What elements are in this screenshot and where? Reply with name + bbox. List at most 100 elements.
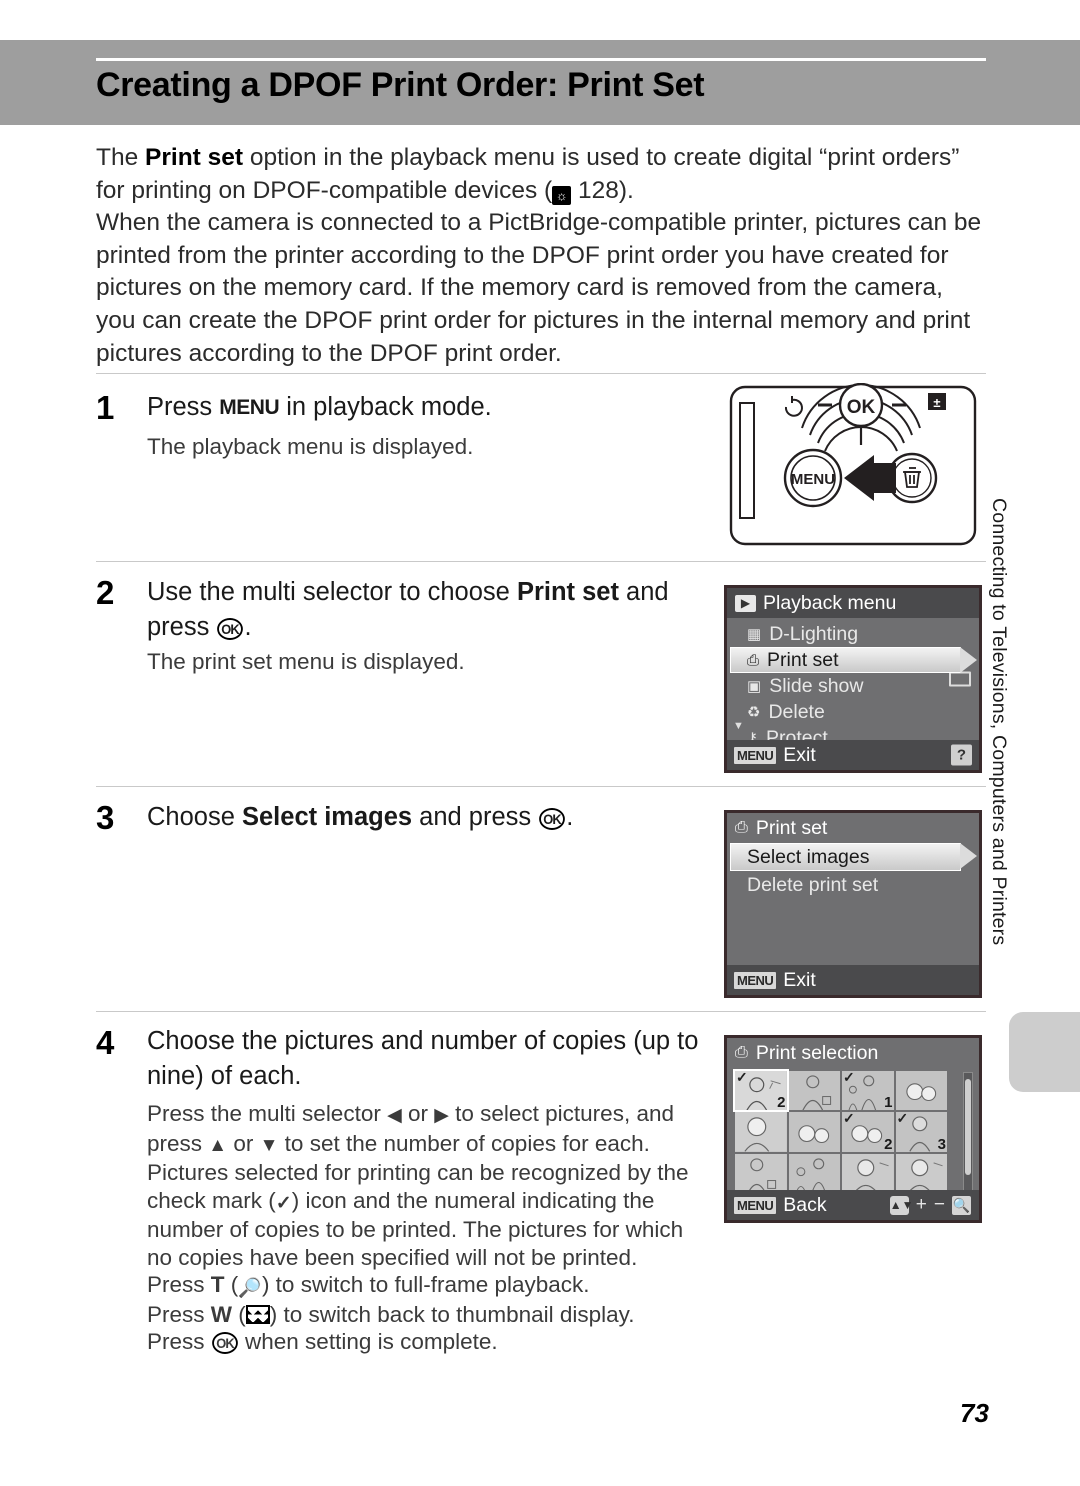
playback-icon: ▶	[735, 594, 756, 612]
thumbnail-cell[interactable]	[842, 1153, 894, 1193]
step-3-head-c: .	[566, 803, 574, 831]
camera-rear-svg: OK ± MENU	[729, 382, 977, 546]
intro-p1-a: The	[96, 144, 146, 171]
thumbnail-cell[interactable]	[895, 1153, 947, 1193]
lcd-print-set-footer: MENU Exit	[727, 965, 979, 995]
intro-p1-page: 128	[577, 176, 619, 204]
print-set-item-delete-print-set[interactable]: Delete print set	[727, 871, 979, 899]
copy-count: 1	[884, 1094, 893, 1111]
thumbnail-cell[interactable]	[788, 1071, 840, 1111]
slideshow-icon: ▣	[747, 678, 762, 695]
step-4-number: 4	[96, 1024, 115, 1061]
menu-item-slide-show[interactable]: ▣ Slide show	[727, 673, 979, 699]
svg-text:±: ±	[933, 395, 940, 410]
down-arrow-icon: ▼	[259, 1134, 279, 1156]
s4-l9a: Press	[147, 1329, 211, 1354]
s4-l1a: Press the multi selector	[147, 1101, 388, 1126]
step-1-head-b: in playback mode.	[279, 393, 492, 421]
lcd-print-set-exit-label: Exit	[783, 968, 816, 991]
s4-l2c: to set the number of copies for each.	[278, 1130, 650, 1156]
camera-rear-illustration: OK ± MENU	[724, 382, 982, 548]
intro-paragraph-2: When the camera is connected to a PictBr…	[96, 209, 982, 367]
s4-l8c: (	[232, 1301, 246, 1327]
ok-button-glyph: OK	[539, 808, 566, 830]
exposure-compensation-icon: ±	[928, 393, 946, 410]
printer-icon: ⎙	[735, 1044, 748, 1061]
page-title: Creating a DPOF Print Order: Print Set	[96, 66, 705, 104]
thumbnail-cell[interactable]	[735, 1153, 787, 1193]
lcd-print-set-title: ⎙ Print set	[727, 813, 979, 843]
chapter-tab-label: Connecting to Televisions, Computers and…	[988, 498, 1010, 946]
left-arrow-icon: ◀	[387, 1105, 402, 1126]
printer-icon: ⎙	[735, 819, 748, 836]
s4-l9b: when setting is complete.	[238, 1329, 498, 1354]
check-mark-icon: ✓	[275, 1192, 292, 1214]
check-mark-icon: ✓	[843, 1112, 855, 1127]
lcd-playback-exit-label: Exit	[783, 743, 816, 766]
print-set-item-delete-print-set-label: Delete print set	[747, 873, 879, 896]
thumbnail-cell[interactable]: ✓ 2	[733, 1068, 789, 1113]
plus-icon: +	[915, 1194, 927, 1215]
wide-zoom-label: W	[210, 1301, 233, 1327]
ok-button-label: OK	[847, 397, 876, 418]
thumbnail-cell[interactable]: ✓ 3	[895, 1112, 947, 1152]
trash-icon: ♻	[747, 704, 761, 721]
lcd-print-selection-footer: MENU Back ▲▼ + − 🔍	[727, 1190, 979, 1220]
step-4-body-line-4: check mark (✓) icon and the numeral indi…	[147, 1187, 707, 1217]
thumbnail-cell[interactable]	[788, 1112, 840, 1152]
magnifier-icon: 🔍	[238, 1278, 262, 1299]
check-mark-icon: ✓	[843, 1071, 855, 1085]
s4-l1c: to select pictures, and	[448, 1101, 674, 1126]
help-badge[interactable]: ?	[951, 744, 972, 766]
up-down-icon: ▲▼	[889, 1195, 914, 1215]
lcd-print-set: ⎙ Print set Select images Delete print s…	[724, 810, 982, 998]
step-1-number: 1	[96, 389, 115, 426]
scrollbar-knob[interactable]	[965, 1079, 971, 1175]
s4-l2a: press	[147, 1130, 209, 1156]
print-set-item-select-images-label: Select images	[747, 845, 870, 868]
s4-l8d: ) to switch back to thumbnail display.	[269, 1301, 635, 1327]
step-4-body-line-1: Press the multi selector ◀ or ▶ to selec…	[147, 1100, 707, 1130]
header-rule	[96, 58, 986, 61]
step-4-body-line-3: Pictures selected for printing can be re…	[147, 1160, 689, 1185]
printer-icon: ⎙	[747, 651, 760, 669]
step-2-head-c: .	[244, 613, 252, 641]
thumbnail-cell[interactable]	[788, 1153, 840, 1193]
menu-item-print-set[interactable]: ⎙ Print set	[730, 646, 977, 673]
check-mark-icon: ✓	[736, 1071, 748, 1085]
thumbnail-cell[interactable]: ✓ 1	[842, 1071, 894, 1111]
lcd-print-selection-title: ⎙ Print selection	[727, 1038, 979, 1068]
copy-count: 2	[884, 1135, 893, 1152]
menu-chip: MENU	[734, 1196, 777, 1214]
s4-l4a: check mark (	[147, 1187, 276, 1213]
step-3-head-a: Choose	[147, 803, 242, 831]
menu-item-print-set-label: Print set	[767, 648, 839, 671]
step-4-body-line-6: no copies have been specified will not b…	[147, 1244, 638, 1270]
magnifier-icon: 🔍	[952, 1195, 971, 1215]
print-set-item-select-images[interactable]: Select images	[730, 842, 977, 871]
step-3-heading: Choose Select images and press OK.	[147, 800, 697, 835]
divider-rule-4	[96, 1011, 986, 1012]
step-1-heading: Press MENU in playback mode.	[147, 390, 692, 426]
lcd-playback-menu-footer: MENU Exit ?	[727, 740, 979, 770]
minus-icon: −	[933, 1194, 945, 1215]
step-2-heading: Use the multi selector to choose Print s…	[147, 575, 697, 645]
thumbnail-scrollbar[interactable]	[963, 1072, 973, 1192]
footer-icon-group: ▲▼ + − 🔍	[889, 1194, 971, 1216]
s4-l1b: or	[401, 1101, 435, 1126]
menu-item-delete[interactable]: ♻ Delete	[727, 699, 979, 725]
s4-l7d: ) to switch to full-frame playback.	[261, 1272, 590, 1297]
tele-zoom-label: T	[210, 1272, 225, 1297]
thumbnail-cell[interactable]	[735, 1112, 787, 1152]
step-3-number: 3	[96, 799, 115, 836]
lcd-print-selection-back-label: Back	[783, 1193, 827, 1216]
step-4-body-line-9: Press OK when setting is complete.	[147, 1328, 707, 1356]
thumbnail-cell[interactable]	[895, 1071, 947, 1111]
lcd-print-selection-title-text: Print selection	[755, 1041, 879, 1064]
menu-item-d-lighting[interactable]: ▦ D-Lighting	[727, 621, 979, 647]
menu-item-slide-show-label: Slide show	[769, 674, 864, 697]
step-4-body-line-2: press ▲ or ▼ to set the number of copies…	[147, 1130, 707, 1160]
lcd-print-set-title-text: Print set	[755, 816, 828, 839]
thumbnail-cell[interactable]: ✓ 2	[842, 1112, 894, 1152]
copy-count: 2	[777, 1094, 786, 1111]
